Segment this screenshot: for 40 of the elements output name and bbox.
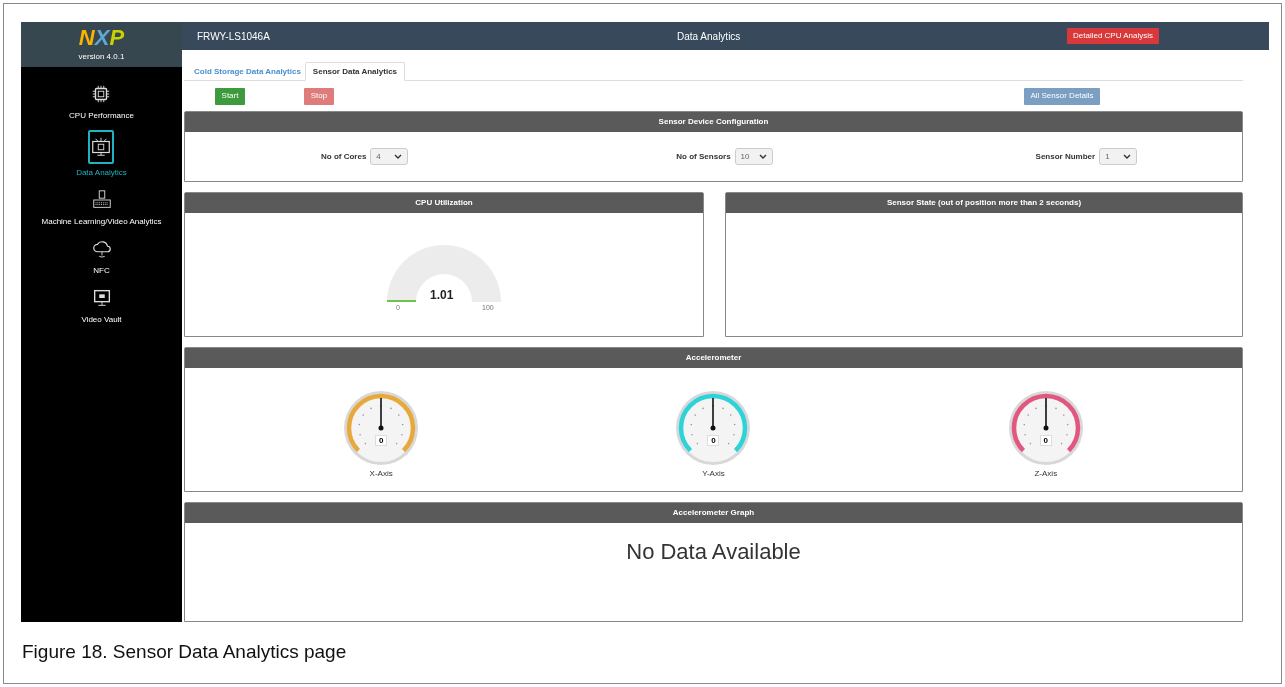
- sidebar-item-label[interactable]: Video Vault: [81, 314, 122, 326]
- chevron-down-icon: [394, 153, 403, 160]
- cloud-icon[interactable]: [90, 238, 113, 260]
- sidebar-item-label[interactable]: CPU Performance: [69, 110, 134, 122]
- sidebar-item-label[interactable]: NFC: [93, 265, 110, 277]
- panel-title: Accelerometer Graph: [185, 503, 1242, 523]
- panel-title: Sensor State (out of position more than 2 seconds): [726, 193, 1242, 213]
- gauge-value: 1.01: [430, 287, 454, 304]
- panel-title: CPU Utilization: [185, 193, 703, 213]
- dial-value: 0: [707, 435, 720, 446]
- device-name: FRWY-LS1046A: [197, 29, 271, 44]
- page-title: Data Analytics: [676, 29, 742, 44]
- chevron-down-icon: [1123, 153, 1132, 160]
- axis-label: X-Axis: [369, 468, 393, 480]
- keyboard-icon[interactable]: [90, 189, 113, 211]
- sidebar-item-label[interactable]: Data Analytics: [76, 167, 127, 179]
- select-field[interactable]: 10: [734, 148, 773, 165]
- select-field[interactable]: 4: [370, 148, 409, 165]
- figure-caption: Figure 18. Sensor Data Analytics page: [22, 640, 347, 665]
- axis-label: Y-Axis: [702, 468, 725, 480]
- tab[interactable]: Sensor Data Analytics: [304, 62, 406, 81]
- sidebar-item-label[interactable]: Machine Learning/Video Analytics: [41, 216, 162, 228]
- axis-label: Z-Axis: [1034, 468, 1058, 480]
- field-label: No of Sensors: [676, 150, 731, 163]
- stop-button[interactable]: Stop: [304, 87, 334, 105]
- monitor-icon[interactable]: [90, 136, 113, 158]
- panel-title: Accelerometer: [185, 348, 1242, 368]
- panel-title: Sensor Device Configuration: [185, 112, 1242, 132]
- nxp-logo: NXP: [78, 26, 125, 49]
- field-label: Sensor Number: [1035, 150, 1096, 163]
- dial-value: 0: [375, 435, 388, 446]
- tab[interactable]: Cold Storage Data Analytics: [190, 63, 305, 80]
- start-button[interactable]: Start: [215, 87, 245, 105]
- detailed-cpu-analysis-button[interactable]: Detailed CPU Analysis: [1067, 28, 1160, 44]
- chevron-down-icon: [758, 153, 767, 160]
- select-field[interactable]: 1: [1099, 148, 1138, 165]
- no-data-message: No Data Available: [626, 538, 801, 566]
- version-text: version 4.0.1: [78, 50, 125, 63]
- dial-value: 0: [1039, 435, 1052, 446]
- field-label: No of Cores: [321, 150, 367, 163]
